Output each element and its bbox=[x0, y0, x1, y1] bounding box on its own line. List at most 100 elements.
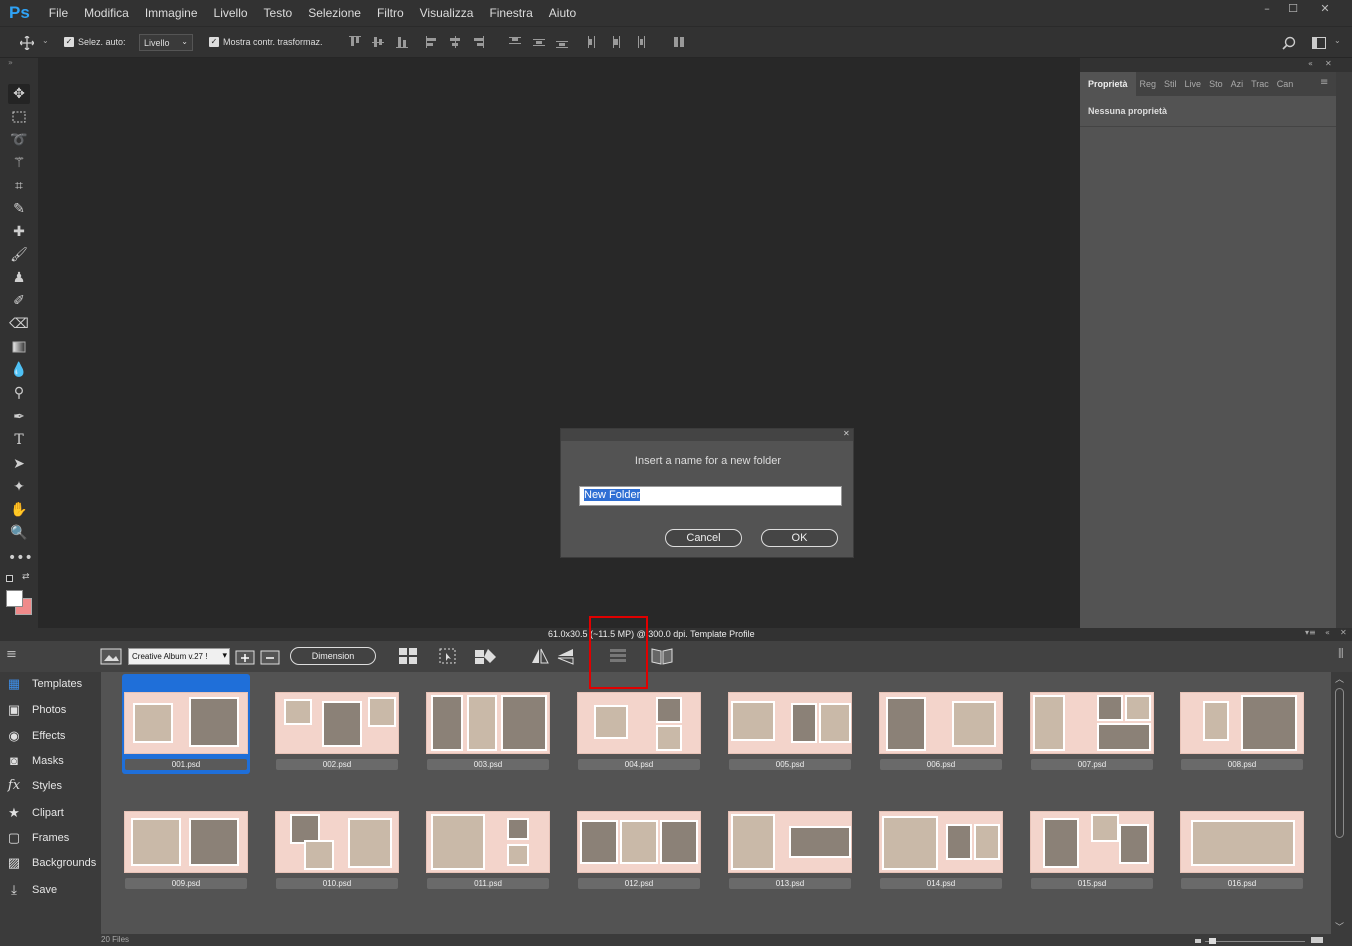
show-transform-checkbox[interactable]: ✓ bbox=[209, 37, 219, 47]
template-thumbnail[interactable]: 010.psd bbox=[273, 793, 401, 893]
close-window-button[interactable]: ✕ bbox=[1310, 0, 1340, 18]
template-thumbnail[interactable]: 013.psd bbox=[726, 793, 854, 893]
eyedropper-icon[interactable]: ✎ bbox=[8, 199, 30, 219]
hand-icon[interactable]: ✋ bbox=[8, 500, 30, 520]
menu-view[interactable]: Visualizza bbox=[412, 6, 482, 20]
close-panel-icon[interactable]: ✕ bbox=[1325, 59, 1332, 68]
template-thumbnail[interactable]: 003.psd bbox=[424, 674, 552, 774]
template-thumbnail[interactable]: 005.psd bbox=[726, 674, 854, 774]
grid-view-icon[interactable] bbox=[398, 647, 418, 665]
tab-channels[interactable]: Can bbox=[1273, 79, 1298, 89]
template-thumbnail[interactable]: 009.psd bbox=[122, 793, 250, 893]
eraser-icon[interactable]: ⌫ bbox=[8, 314, 30, 334]
template-thumbnail[interactable]: 001.psd bbox=[122, 674, 250, 774]
more-tools-icon[interactable]: ••• bbox=[8, 548, 33, 568]
tab-adjustments[interactable]: Reg bbox=[1136, 79, 1161, 89]
type-icon[interactable]: T bbox=[8, 430, 30, 450]
brush-icon[interactable]: 🖌 bbox=[8, 245, 30, 265]
collapse-icon[interactable]: » bbox=[8, 58, 13, 67]
dialog-close-icon[interactable]: ✕ bbox=[843, 429, 850, 438]
distribute-vcenter-icon[interactable] bbox=[533, 36, 545, 48]
menu-edit[interactable]: Modifica bbox=[76, 6, 137, 20]
scrollbar-thumb[interactable] bbox=[1335, 688, 1344, 838]
template-thumbnail[interactable]: 011.psd bbox=[424, 793, 552, 893]
menu-layer[interactable]: Livello bbox=[206, 6, 256, 20]
template-thumbnail[interactable]: 008.psd bbox=[1178, 674, 1306, 774]
template-thumbnail[interactable]: 014.psd bbox=[877, 793, 1005, 893]
cancel-button[interactable]: Cancel bbox=[665, 529, 742, 547]
slider-handle[interactable] bbox=[1209, 938, 1216, 944]
sidebar-item-effects[interactable]: ◉ Effects bbox=[6, 726, 65, 746]
align-left-icon[interactable] bbox=[426, 36, 438, 48]
lasso-icon[interactable]: ➰ bbox=[8, 130, 30, 150]
distribute-right-icon[interactable] bbox=[633, 36, 645, 48]
move-icon[interactable]: ✥ bbox=[8, 84, 30, 104]
panel-scrollbar[interactable] bbox=[1336, 72, 1352, 628]
template-thumbnail[interactable]: 006.psd bbox=[877, 674, 1005, 774]
fill-frames-icon[interactable] bbox=[474, 647, 498, 665]
stamp-icon[interactable]: ♟ bbox=[8, 268, 30, 288]
hamburger-menu-icon[interactable]: ≡ bbox=[6, 647, 17, 662]
ok-button[interactable]: OK bbox=[761, 529, 838, 547]
menu-file[interactable]: File bbox=[41, 6, 76, 20]
align-bottom-icon[interactable] bbox=[396, 36, 408, 48]
panel-options-icon[interactable]: ▾≡ bbox=[1305, 628, 1316, 637]
scroll-down-icon[interactable]: ﹀ bbox=[1335, 920, 1344, 933]
distribute-top-icon[interactable] bbox=[509, 36, 521, 48]
tab-properties[interactable]: Proprietà bbox=[1080, 72, 1136, 96]
sidebar-item-photos[interactable]: ▣ Photos bbox=[6, 700, 66, 720]
sidebar-item-frames[interactable]: ▢ Frames bbox=[6, 828, 69, 848]
remove-folder-icon[interactable] bbox=[260, 648, 280, 665]
chevron-down-icon[interactable]: ⌄ bbox=[42, 36, 49, 45]
crop-icon[interactable]: ⌗ bbox=[8, 176, 30, 196]
tab-layers[interactable]: Live bbox=[1181, 79, 1206, 89]
menu-filter[interactable]: Filtro bbox=[369, 6, 412, 20]
folder-name-input[interactable]: New Folder bbox=[579, 486, 842, 506]
document-canvas[interactable] bbox=[38, 58, 1080, 628]
zoom-icon[interactable]: 🔍 bbox=[8, 523, 30, 543]
add-folder-icon[interactable] bbox=[235, 648, 255, 665]
sidebar-item-backgrounds[interactable]: ▨ Backgrounds bbox=[6, 853, 96, 873]
select-area-icon[interactable] bbox=[438, 647, 458, 665]
align-top-icon[interactable] bbox=[349, 36, 361, 48]
collapse-panel-icon[interactable]: « bbox=[1308, 59, 1313, 68]
marquee-icon[interactable] bbox=[8, 107, 30, 127]
workspace-chevron-icon[interactable]: ⌄ bbox=[1334, 36, 1341, 45]
flip-vertical-icon[interactable] bbox=[555, 647, 575, 665]
menu-window[interactable]: Finestra bbox=[481, 6, 540, 20]
album-select[interactable]: Creative Album v.27 ! ▾ bbox=[128, 648, 230, 665]
template-thumbnail[interactable]: 012.psd bbox=[575, 793, 703, 893]
menu-type[interactable]: Testo bbox=[256, 6, 301, 20]
magic-wand-icon[interactable]: ⚚ bbox=[8, 153, 30, 173]
align-right-icon[interactable] bbox=[472, 36, 484, 48]
sidebar-item-save[interactable]: ⤓ Save bbox=[6, 880, 57, 900]
sidebar-item-masks[interactable]: ◙ Masks bbox=[6, 751, 64, 771]
search-icon[interactable] bbox=[1282, 36, 1296, 50]
menu-help[interactable]: Aiuto bbox=[541, 6, 584, 20]
template-thumbnail[interactable]: 016.psd bbox=[1178, 793, 1306, 893]
sidebar-item-styles[interactable]: fx Styles bbox=[6, 776, 62, 796]
dodge-icon[interactable]: ⚲ bbox=[8, 383, 30, 403]
collapse-bottom-icon[interactable]: « bbox=[1325, 628, 1330, 637]
align-vcenter-icon[interactable] bbox=[372, 36, 384, 48]
image-icon[interactable] bbox=[100, 648, 122, 665]
tab-styles[interactable]: Stil bbox=[1160, 79, 1181, 89]
scroll-up-icon[interactable]: ︿ bbox=[1335, 672, 1344, 685]
default-colors-icon[interactable] bbox=[6, 575, 13, 582]
sidebar-item-clipart[interactable]: ★ Clipart bbox=[6, 803, 64, 823]
auto-select-checkbox[interactable]: ✓ bbox=[64, 37, 74, 47]
history-brush-icon[interactable]: ✐ bbox=[8, 291, 30, 311]
workspace-icon[interactable] bbox=[1312, 37, 1326, 49]
tab-paths[interactable]: Trac bbox=[1247, 79, 1273, 89]
panel-menu-icon[interactable]: ≡ bbox=[1320, 77, 1328, 88]
template-thumbnail[interactable]: 004.psd bbox=[575, 674, 703, 774]
auto-select-dropdown[interactable]: Livello ⌄ bbox=[139, 34, 193, 51]
distribute-hcenter-icon[interactable] bbox=[610, 36, 622, 48]
book-icon[interactable] bbox=[650, 646, 674, 665]
shape-icon[interactable]: ✦ bbox=[8, 477, 30, 497]
auto-align-icon[interactable] bbox=[673, 36, 685, 48]
align-hcenter-icon[interactable] bbox=[449, 36, 461, 48]
distribute-left-icon[interactable] bbox=[587, 36, 599, 48]
flip-horizontal-icon[interactable] bbox=[530, 647, 550, 665]
tab-actions[interactable]: Azi bbox=[1227, 79, 1248, 89]
